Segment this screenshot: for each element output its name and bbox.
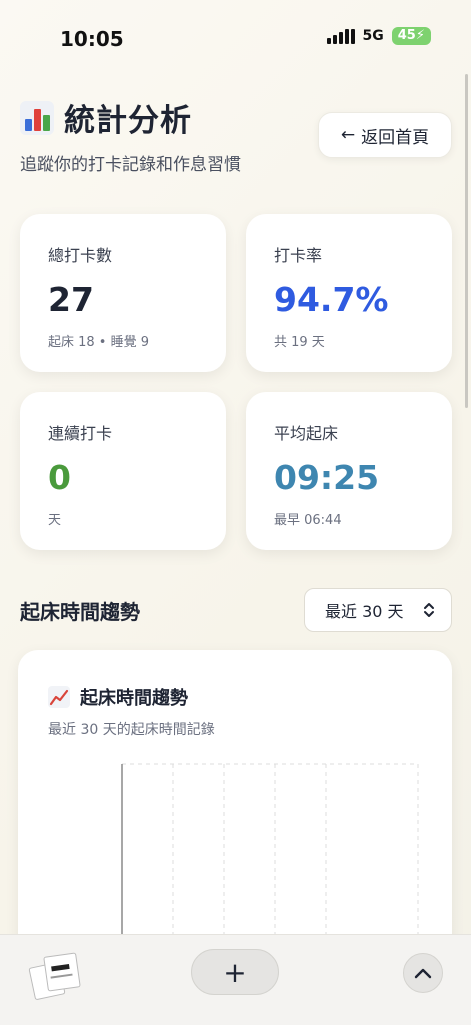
network-label: 5G [362,28,384,44]
stat-value: 09:25 [274,458,380,497]
signal-icon [326,28,355,44]
stat-label: 連續打卡 [48,424,113,443]
page-header: 統計分析 [20,95,192,140]
stat-label: 平均起床 [274,424,339,443]
stat-sub: 共 19 天 [274,335,325,350]
status-time: 10:05 [60,27,124,51]
range-select-value: 最近 30 天 [325,602,404,621]
status-bar: 10:05 5G 45⚡ [0,0,471,72]
back-home-label: 返回首頁 [361,127,430,148]
battery-icon: 45⚡ [391,27,431,45]
arrow-left-icon: ← [340,125,356,145]
bar-chart-icon [20,100,54,135]
page-title: 統計分析 [64,103,192,139]
status-indicators: 5G 45⚡ [326,27,431,45]
chart-increasing-icon [48,686,70,708]
chart-subtitle: 最近 30 天的起床時間記錄 [48,722,215,738]
stat-card-rate: 打卡率 94.7% 共 19 天 [246,214,452,372]
page-subtitle: 追蹤你的打卡記錄和作息習慣 [20,155,241,175]
stat-value: 27 [48,280,94,319]
stat-value: 94.7% [274,280,389,319]
stat-card-total: 總打卡數 27 起床 18 • 睡覺 9 [20,214,226,372]
scroll-to-top-button[interactable] [403,953,443,993]
stat-value: 0 [48,458,71,497]
battery-level: 45 [397,28,416,43]
stat-card-streak: 連續打卡 0 天 [20,392,226,550]
stat-label: 總打卡數 [48,246,113,265]
recent-screenshot-thumbnail[interactable] [28,949,84,1001]
chart-title: 起床時間趨勢 [80,688,188,709]
scrollbar[interactable] [465,74,468,408]
chevron-up-icon [414,968,432,979]
stat-label: 打卡率 [274,246,323,265]
chart-header: 起床時間趨勢 [48,684,188,710]
back-home-button[interactable]: ← 返回首頁 [318,112,452,158]
section-title: 起床時間趨勢 [20,600,140,624]
chevron-up-down-icon [424,603,434,617]
stat-sub: 起床 18 • 睡覺 9 [48,335,150,350]
range-select[interactable]: 最近 30 天 [304,588,452,632]
add-button[interactable]: + [191,949,279,995]
bottom-toolbar: + [0,934,471,1025]
plus-icon: + [223,955,247,989]
stat-sub: 最早 06:44 [274,513,342,528]
stat-sub: 天 [48,513,62,528]
wake-time-chart-card: 起床時間趨勢 最近 30 天的起床時間記錄 [18,650,452,970]
stat-card-average-wake: 平均起床 09:25 最早 06:44 [246,392,452,550]
